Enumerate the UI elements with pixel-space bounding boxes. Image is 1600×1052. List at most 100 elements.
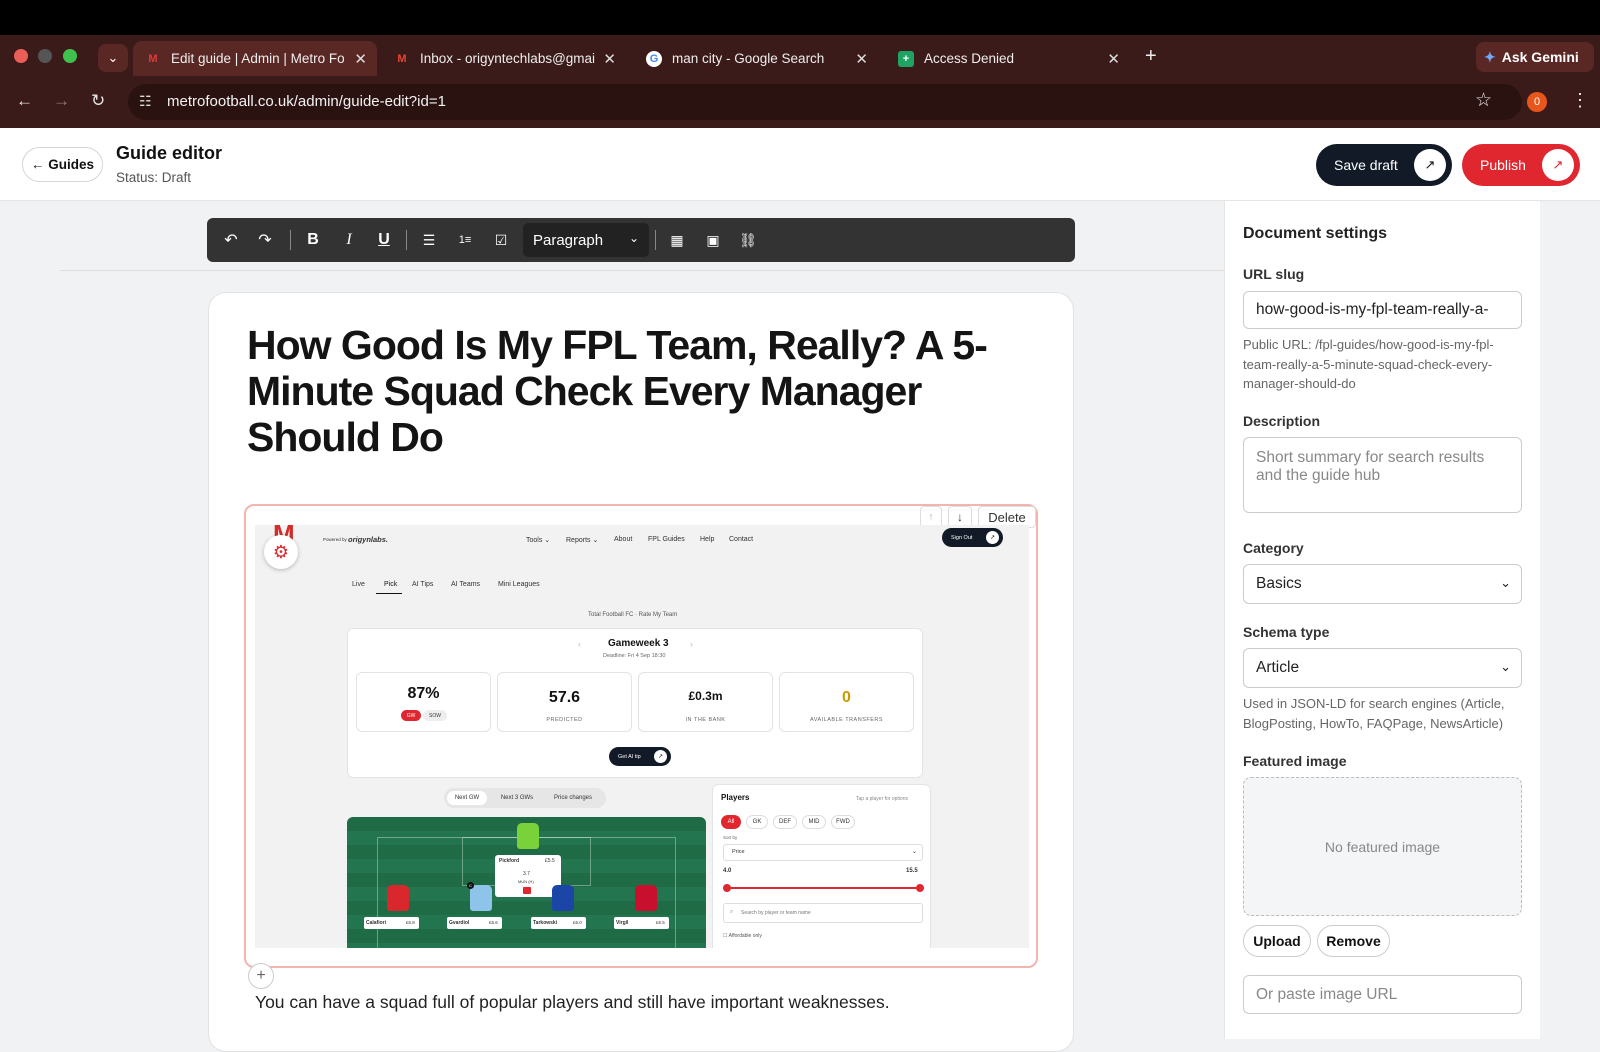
tab-google-search[interactable]: G man city - Google Search ✕	[634, 41, 878, 76]
close-tab-icon[interactable]: ✕	[855, 50, 868, 68]
players-panel	[712, 784, 931, 948]
url-text[interactable]: metrofootball.co.uk/admin/guide-edit?id=…	[167, 93, 446, 110]
sign-out-button: Sign Out ↗	[942, 528, 1003, 547]
url-slug-input[interactable]: how-good-is-my-fpl-team-really-a-	[1243, 291, 1522, 329]
arrow-up-right-icon: ↗	[986, 531, 999, 544]
save-draft-label: Save draft	[1334, 157, 1398, 173]
guide-title[interactable]: How Good Is My FPL Team, Really? A 5-Min…	[247, 322, 1047, 460]
forward-icon[interactable]: →	[53, 91, 70, 111]
range-handle	[723, 884, 731, 892]
prev-gw-icon: ‹	[578, 639, 581, 649]
image-url-input[interactable]: Or paste image URL	[1243, 975, 1522, 1014]
minimize-window-button[interactable]	[38, 49, 52, 63]
reload-icon[interactable]: ↻	[91, 91, 105, 111]
nav-item: Contact	[729, 536, 754, 543]
italic-icon[interactable]: I	[337, 228, 361, 252]
nav-item: About	[614, 536, 633, 543]
bookmark-star-icon[interactable]: ☆	[1475, 89, 1492, 112]
position-chip: DEF	[773, 815, 797, 829]
featured-image-dropzone[interactable]: No featured image	[1243, 777, 1522, 916]
next-gw-icon: ›	[690, 639, 693, 649]
browser-menu-icon[interactable]: ⋮	[1571, 90, 1589, 111]
block-format-select[interactable]: Paragraph ⌄	[523, 223, 649, 257]
bold-icon[interactable]: B	[301, 228, 325, 252]
schema-type-select[interactable]: Article ⌄	[1243, 648, 1522, 688]
redo-icon[interactable]: ↷	[253, 228, 277, 252]
close-tab-icon[interactable]: ✕	[603, 50, 616, 68]
metro-logo-icon: M	[148, 52, 158, 65]
gameweek-title: Gameweek 3	[608, 638, 669, 649]
tab-search-button[interactable]: ⌄	[98, 44, 128, 72]
chevron-down-icon: ⌄	[1500, 575, 1511, 590]
image-settings-button[interactable]: ⚙	[264, 535, 298, 569]
description-textarea[interactable]: Short summary for search results and the…	[1243, 437, 1522, 513]
player-name: Virgil	[616, 920, 629, 926]
arrow-up-icon: ↑	[928, 511, 934, 523]
powered-by-text: Powered by	[323, 537, 347, 542]
schema-type-label: Schema type	[1243, 624, 1330, 640]
stat-card: £0.3m IN THE BANK	[638, 672, 773, 732]
image-url-placeholder: Or paste image URL	[1256, 985, 1398, 1003]
extension-badge[interactable]: 0	[1527, 92, 1547, 112]
subtab: Live	[352, 581, 365, 588]
page-title: Guide editor	[116, 143, 223, 163]
body-paragraph[interactable]: You can have a squad full of popular pla…	[255, 992, 890, 1013]
position-chip: FWD	[831, 815, 855, 829]
google-icon: G	[646, 50, 662, 67]
image-icon[interactable]: ▣	[701, 228, 725, 252]
table-icon[interactable]: ▦	[665, 228, 689, 252]
embedded-screenshot: M Powered by origynlabs. Tools ⌄ Reports…	[255, 525, 1029, 948]
category-select[interactable]: Basics ⌄	[1243, 564, 1522, 604]
stat-label: AVAILABLE TRANSFERS	[809, 717, 884, 723]
range-handle	[916, 884, 924, 892]
player-price: £5.5	[545, 858, 555, 864]
back-to-guides-button[interactable]: ← Guides	[22, 147, 103, 182]
publish-label: Publish	[1480, 157, 1526, 173]
player-price: £5.8	[406, 920, 415, 925]
player-name: Calafiori	[366, 920, 387, 926]
nav-item: FPL Guides	[648, 536, 685, 543]
add-block-button[interactable]: +	[248, 963, 274, 989]
status-text: Status: Draft	[116, 170, 192, 185]
undo-icon[interactable]: ↶	[219, 228, 243, 252]
link-icon[interactable]: ⛓	[736, 228, 760, 252]
arrow-up-right-icon: ↗	[1542, 149, 1574, 181]
sort-label: Sort by	[723, 835, 738, 840]
stat-card: 57.6 PREDICTED	[497, 672, 632, 732]
numbered-list-icon[interactable]: 1≡	[453, 228, 477, 252]
arrow-up-right-icon: ↗	[1414, 149, 1446, 181]
save-draft-button[interactable]: Save draft ↗	[1316, 144, 1452, 186]
os-top-bar	[0, 0, 1600, 35]
bullet-list-icon[interactable]: ☰	[417, 228, 441, 252]
upload-button[interactable]: Upload	[1243, 925, 1311, 957]
site-info-icon[interactable]: ☷	[139, 93, 152, 110]
upload-label: Upload	[1253, 933, 1301, 949]
publish-button[interactable]: Publish ↗	[1462, 144, 1580, 186]
checklist-icon[interactable]: ☑	[489, 228, 513, 252]
tab-access-denied[interactable]: + Access Denied ✕	[886, 41, 1130, 76]
remove-button[interactable]: Remove	[1317, 925, 1390, 957]
no-featured-text: No featured image	[1324, 838, 1441, 855]
underline-icon[interactable]: U	[372, 228, 396, 252]
new-tab-button[interactable]: +	[1145, 45, 1157, 68]
schema-help-text: Used in JSON-LD for search engines (Arti…	[1243, 696, 1505, 731]
tab-title: Inbox - origyntechlabs@gmai	[420, 51, 596, 66]
tab-edit-guide[interactable]: M Edit guide | Admin | Metro Fo ✕	[133, 41, 377, 76]
player-card: Gvardiol £5.6	[447, 917, 502, 929]
remove-label: Remove	[1326, 933, 1381, 949]
ai-tip-button: Get AI tip ↗	[609, 747, 671, 766]
schema-type-value: Article	[1256, 659, 1300, 676]
close-tab-icon[interactable]: ✕	[1107, 50, 1120, 68]
tab-inbox[interactable]: M Inbox - origyntechlabs@gmai ✕	[382, 41, 626, 76]
tab-title: Access Denied	[924, 51, 1015, 66]
maximize-window-button[interactable]	[63, 49, 77, 63]
ask-gemini-button[interactable]: ✦ Ask Gemini	[1476, 42, 1594, 72]
tab-title: man city - Google Search	[672, 51, 825, 66]
stat-value: 0	[842, 689, 851, 706]
close-tab-icon[interactable]: ✕	[354, 50, 367, 68]
back-icon[interactable]: ←	[16, 91, 33, 111]
sign-out-label: Sign Out	[951, 534, 973, 541]
public-url-text: Public URL: /fpl-guides/how-good-is-my-f…	[1243, 337, 1494, 391]
url-slug-value: how-good-is-my-fpl-team-really-a-	[1256, 301, 1489, 318]
close-window-button[interactable]	[14, 49, 28, 63]
